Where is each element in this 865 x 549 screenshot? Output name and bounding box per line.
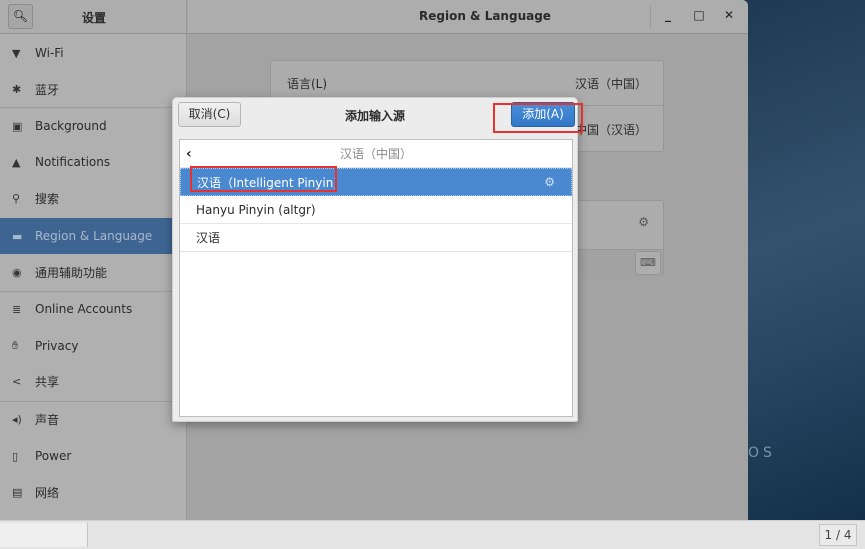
sidebar-item-region-language[interactable]: ▬ Region & Language: [0, 218, 187, 254]
sidebar-header: 🔍︎ 设置: [0, 0, 187, 34]
gear-icon[interactable]: ⚙: [638, 215, 649, 229]
sidebar-item-privacy[interactable]: ✋︎ Privacy: [0, 328, 187, 364]
back-row[interactable]: ‹ 汉语（中国）: [180, 140, 572, 168]
sidebar: ▼ Wi-Fi ✱ 蓝牙 ▣ Background ▲ Notifications ⚲ 搜…: [0, 34, 187, 520]
wifi-icon: ▼: [12, 46, 21, 60]
sidebar-item-search[interactable]: ⚲ 搜索: [0, 180, 187, 216]
sidebar-item-wifi[interactable]: ▼ Wi-Fi: [0, 35, 187, 71]
taskbar-window-button[interactable]: [0, 523, 88, 547]
sidebar-item-power[interactable]: ▯ Power: [0, 438, 187, 474]
accessibility-icon: ◉: [12, 265, 22, 279]
search-button[interactable]: 🔍︎: [8, 4, 33, 29]
list-item[interactable]: Hanyu Pinyin (altgr): [180, 196, 572, 224]
keyboard-icon[interactable]: ⌨: [635, 251, 661, 275]
flag-icon: ▬: [12, 229, 23, 243]
search-icon: ⚲: [12, 191, 21, 205]
sidebar-item-online-accounts[interactable]: ≣ Online Accounts: [0, 291, 187, 327]
sidebar-item-bluetooth[interactable]: ✱ 蓝牙: [0, 71, 187, 107]
sidebar-item-notifications[interactable]: ▲ Notifications: [0, 144, 187, 180]
chevron-left-icon[interactable]: ‹: [186, 146, 192, 162]
taskbar: 1 / 4: [0, 520, 865, 549]
highlight-box: [493, 103, 583, 133]
minimize-icon[interactable]: _: [660, 8, 676, 22]
close-icon[interactable]: ✕: [721, 8, 737, 22]
highlight-box: [190, 166, 337, 192]
sidebar-item-background[interactable]: ▣ Background: [0, 108, 187, 144]
hand-icon: ✋︎: [12, 339, 19, 352]
list-item[interactable]: 汉语: [180, 224, 572, 252]
share-icon: <: [12, 374, 22, 388]
gear-icon: ⚙: [544, 175, 555, 189]
bluetooth-icon: ✱: [12, 82, 22, 96]
panel-header: Region & Language _ □ ✕: [188, 0, 748, 34]
search-icon: 🔍︎: [12, 9, 29, 23]
network-icon: ▤: [12, 485, 23, 499]
sidebar-title: 设置: [82, 11, 107, 25]
power-icon: ▯: [12, 449, 19, 463]
bell-icon: ▲: [12, 155, 21, 169]
add-input-source-dialog: 添加输入源 取消(C) 添加(A) ‹ 汉语（中国） 汉语（Intelligen…: [172, 97, 578, 422]
online-accounts-icon: ≣: [12, 302, 22, 316]
cancel-button[interactable]: 取消(C): [178, 102, 241, 127]
sidebar-item-accessibility[interactable]: ◉ 通用辅助功能: [0, 254, 187, 290]
background-icon: ▣: [12, 119, 23, 133]
maximize-icon[interactable]: □: [691, 8, 707, 22]
desktop-watermark: OS: [748, 445, 776, 461]
workspace-pager[interactable]: 1 / 4: [819, 524, 857, 546]
panel-title: Region & Language: [419, 9, 551, 23]
desktop-background: [748, 0, 865, 520]
sidebar-item-network[interactable]: ▤ 网络: [0, 474, 187, 510]
sidebar-item-sharing[interactable]: < 共享: [0, 363, 187, 399]
speaker-icon: ◂): [12, 412, 22, 426]
sidebar-item-sound[interactable]: ◂) 声音: [0, 401, 187, 437]
